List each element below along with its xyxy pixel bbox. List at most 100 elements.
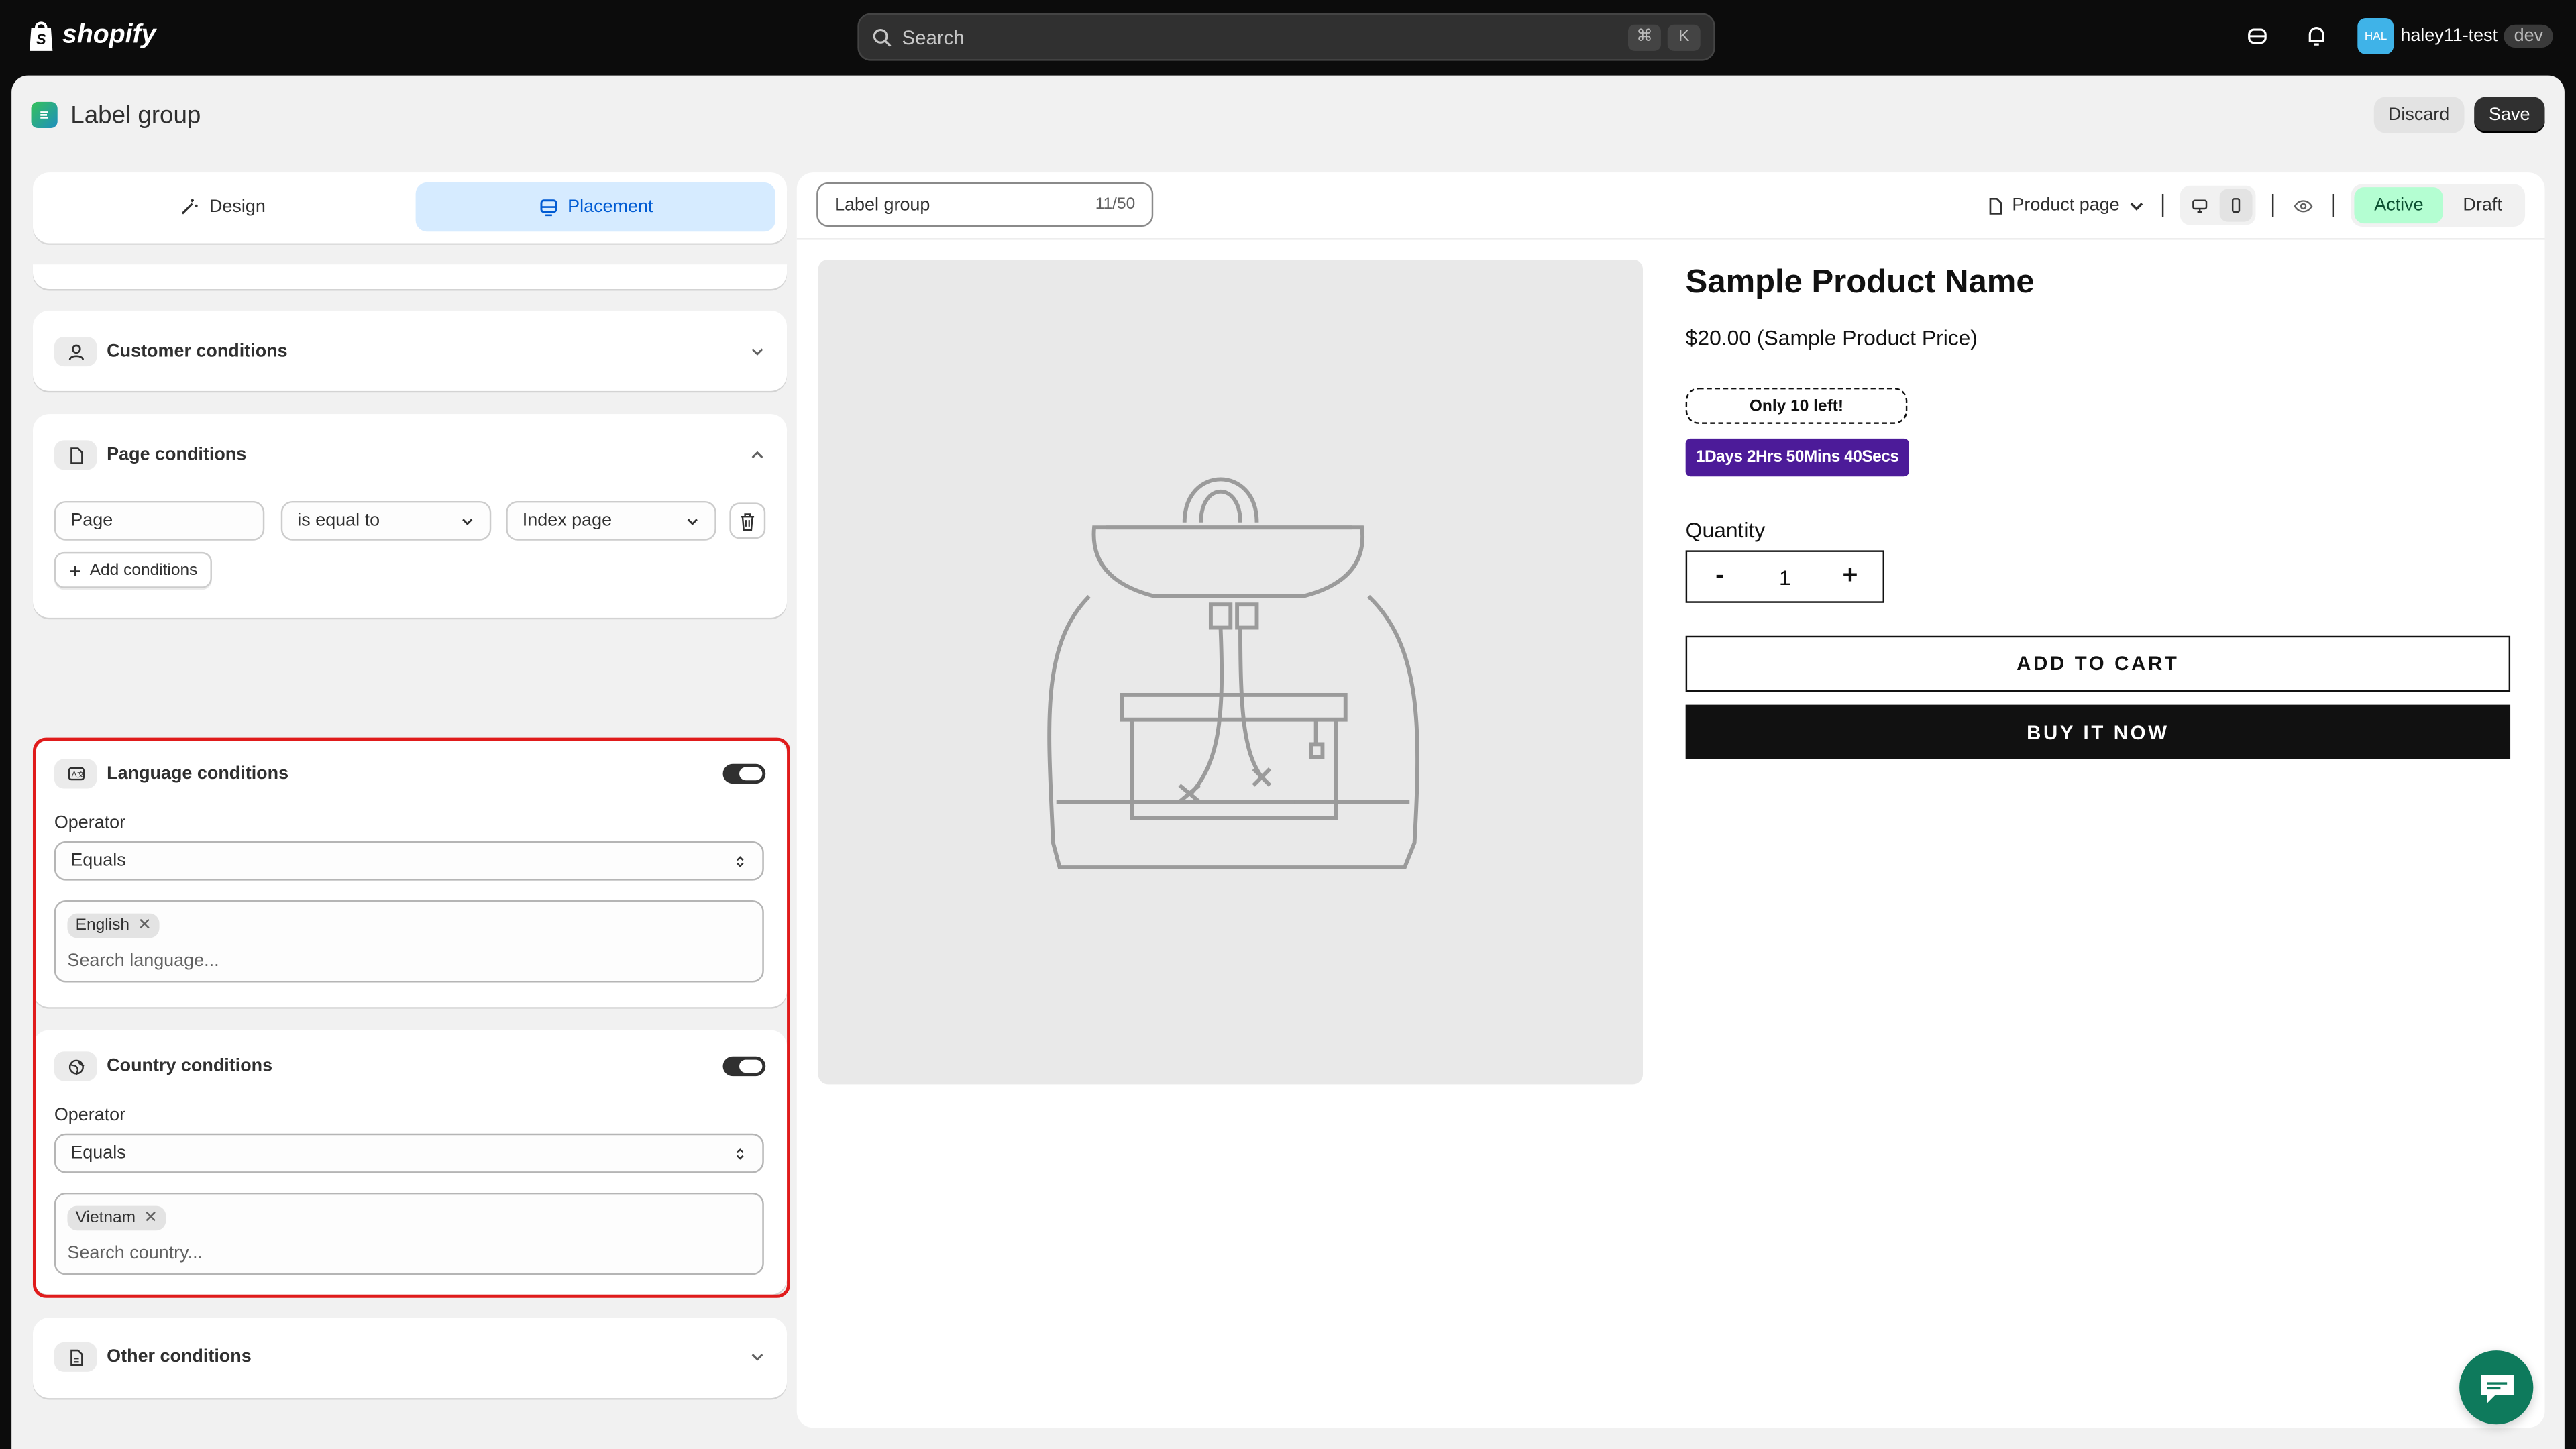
product-price: $20.00 (Sample Product Price) bbox=[1685, 325, 1978, 350]
quantity-decrease-button[interactable]: - bbox=[1687, 562, 1752, 592]
status-draft-button[interactable]: Draft bbox=[2443, 187, 2522, 223]
main-area: Label group Discard Save Design Placemen… bbox=[11, 75, 2565, 1449]
device-toggle bbox=[2180, 185, 2256, 225]
country-conditions-header: Country conditions bbox=[33, 1045, 787, 1088]
page-conditions-card: Page conditions Page is equal to Index p… bbox=[32, 414, 788, 618]
brand-name: shopify bbox=[62, 21, 156, 50]
shortcut-key-k: K bbox=[1667, 23, 1701, 50]
country-operator-value: Equals bbox=[70, 1143, 126, 1163]
label-group-name-input[interactable]: Label group 11/50 bbox=[816, 182, 1154, 227]
shopify-bag-icon: S bbox=[30, 21, 53, 51]
customer-conditions-card[interactable]: Customer conditions bbox=[32, 310, 788, 391]
tab-placement-label: Placement bbox=[568, 197, 653, 217]
language-operator-label: Operator bbox=[54, 813, 126, 833]
remove-tag-icon[interactable]: ✕ bbox=[138, 917, 152, 935]
tab-design[interactable]: Design bbox=[43, 182, 402, 231]
divider bbox=[2272, 193, 2274, 217]
globe-icon bbox=[54, 1051, 97, 1081]
search-placeholder: Search bbox=[902, 25, 965, 49]
magic-wand-icon bbox=[182, 199, 199, 215]
chevron-down-icon[interactable] bbox=[749, 343, 765, 360]
page-field-value: Page bbox=[70, 511, 113, 531]
status-active-button[interactable]: Active bbox=[2354, 187, 2444, 224]
add-conditions-button[interactable]: + Add conditions bbox=[54, 551, 213, 588]
country-tag-input[interactable]: Vietnam ✕ Search country... bbox=[54, 1192, 764, 1275]
select-updown-icon bbox=[737, 855, 744, 867]
chat-support-button[interactable] bbox=[2459, 1350, 2534, 1425]
settings-panel: Design Placement Customer conditions Pag… bbox=[32, 172, 790, 1399]
other-conditions-title: Other conditions bbox=[107, 1347, 252, 1367]
tab-design-label: Design bbox=[209, 197, 266, 217]
plus-icon: + bbox=[68, 557, 82, 583]
svg-text:S: S bbox=[36, 31, 46, 48]
language-conditions-card: A文 Language conditions Operator Equals E… bbox=[32, 739, 788, 1008]
chevron-down-icon bbox=[462, 518, 473, 525]
product-name: Sample Product Name bbox=[1685, 264, 2035, 301]
delete-condition-button[interactable] bbox=[729, 502, 766, 539]
quantity-increase-button[interactable]: + bbox=[1817, 562, 1882, 592]
app-icon bbox=[31, 101, 58, 129]
language-tag: English ✕ bbox=[67, 913, 160, 938]
language-search-placeholder[interactable]: Search language... bbox=[67, 951, 219, 971]
page-conditions-title: Page conditions bbox=[107, 445, 247, 466]
tab-placement[interactable]: Placement bbox=[415, 182, 775, 232]
page-value-text: Index page bbox=[522, 511, 612, 531]
search-icon bbox=[873, 28, 892, 46]
chevron-down-icon[interactable] bbox=[749, 1349, 765, 1365]
env-badge: dev bbox=[2504, 24, 2553, 48]
other-conditions-header[interactable]: Other conditions bbox=[33, 1336, 787, 1379]
other-conditions-card[interactable]: Other conditions bbox=[32, 1318, 788, 1399]
preview-tools: Product page Active Draft bbox=[1986, 184, 2526, 227]
country-conditions-toggle[interactable] bbox=[722, 1056, 766, 1077]
preview-visibility-button[interactable] bbox=[2290, 193, 2316, 219]
desktop-view-button[interactable] bbox=[2184, 189, 2216, 222]
buy-it-now-button[interactable]: BUY IT NOW bbox=[1685, 704, 2511, 759]
divider bbox=[2162, 193, 2164, 217]
page-conditions-header[interactable]: Page conditions bbox=[33, 434, 787, 477]
page-header: Label group Discard Save bbox=[31, 95, 2545, 135]
language-conditions-toggle[interactable] bbox=[722, 763, 766, 784]
user-menu[interactable]: HAL haley11-test dev bbox=[2357, 17, 2553, 54]
add-to-cart-button[interactable]: ADD TO CART bbox=[1685, 635, 2511, 692]
add-conditions-label: Add conditions bbox=[89, 561, 198, 580]
countdown-label-badge: 1Days 2Hrs 50Mins 40Secs bbox=[1685, 438, 1909, 477]
discard-button[interactable]: Discard bbox=[2373, 97, 2465, 133]
sidekick-icon bbox=[2248, 28, 2267, 44]
char-count: 11/50 bbox=[1095, 195, 1136, 214]
sidekick-button[interactable] bbox=[2239, 18, 2275, 54]
global-search-input[interactable]: Search ⌘ K bbox=[857, 13, 1715, 61]
person-icon bbox=[54, 337, 97, 367]
language-icon: A文 bbox=[54, 759, 97, 789]
country-search-placeholder[interactable]: Search country... bbox=[67, 1244, 203, 1263]
page-actions: Discard Save bbox=[2373, 97, 2545, 133]
previous-condition-card bbox=[32, 264, 788, 290]
page-operator-select[interactable]: is equal to bbox=[280, 500, 492, 541]
language-operator-select[interactable]: Equals bbox=[54, 841, 764, 881]
eye-icon bbox=[2294, 199, 2313, 212]
quantity-label: Quantity bbox=[1685, 517, 1766, 543]
remove-tag-icon[interactable]: ✕ bbox=[144, 1209, 158, 1227]
avatar: HAL bbox=[2357, 17, 2394, 54]
language-tag-label: English bbox=[75, 916, 130, 935]
page-type-select[interactable]: Product page bbox=[1986, 195, 2146, 215]
country-operator-select[interactable]: Equals bbox=[54, 1133, 764, 1173]
page-field-input[interactable]: Page bbox=[54, 500, 265, 541]
search-shortcut: ⌘ K bbox=[1627, 23, 1701, 50]
page-value-select[interactable]: Index page bbox=[506, 500, 716, 541]
backpack-placeholder-icon bbox=[1047, 477, 1419, 870]
label-group-name-value: Label group bbox=[835, 195, 930, 215]
top-right-actions: HAL haley11-test dev bbox=[2239, 17, 2553, 54]
save-button[interactable]: Save bbox=[2474, 97, 2545, 133]
chevron-up-icon[interactable] bbox=[749, 447, 765, 463]
page-operator-value: is equal to bbox=[297, 511, 380, 531]
notifications-button[interactable] bbox=[2298, 18, 2334, 54]
mobile-view-button[interactable] bbox=[2220, 189, 2253, 222]
document-icon bbox=[54, 1342, 97, 1372]
shopify-logo[interactable]: S shopify bbox=[26, 19, 156, 52]
quantity-value[interactable]: 1 bbox=[1752, 564, 1817, 589]
preview-toolbar: Label group 11/50 Product page Active Dr… bbox=[796, 172, 2545, 240]
chevron-down-icon bbox=[687, 518, 698, 525]
language-tag-input[interactable]: English ✕ Search language... bbox=[54, 900, 764, 983]
bell-icon bbox=[2309, 27, 2324, 46]
customer-conditions-header[interactable]: Customer conditions bbox=[33, 330, 787, 373]
